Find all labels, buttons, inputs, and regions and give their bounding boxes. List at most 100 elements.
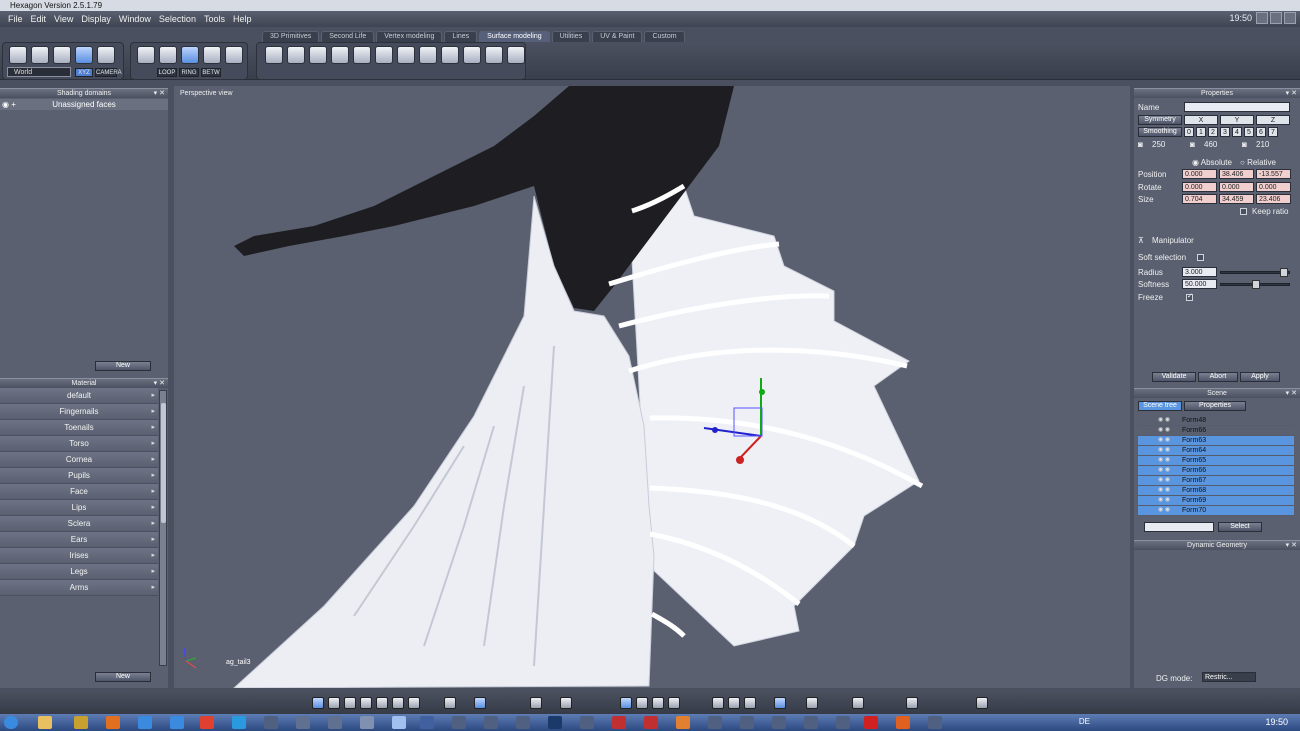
vertex-mode-icon[interactable] [137,46,155,64]
select-button[interactable]: Select [1218,522,1262,532]
tool-11-icon[interactable] [485,46,503,64]
scene-tree-row[interactable]: ◉ ◉ Form66 [1138,426,1294,436]
material-item-arms[interactable]: Arms [0,580,158,596]
material-item-ears[interactable]: Ears [0,532,158,548]
scene-tree-row[interactable]: ◉ ◉ Form66 [1138,466,1294,476]
ring-button[interactable]: RING [179,68,199,77]
scene-tree-row[interactable]: ◉ ◉ Form48 [1138,416,1294,426]
grid-icon[interactable] [444,697,456,709]
position-z[interactable]: -13.557 [1256,169,1291,179]
material-item-torso[interactable]: Torso [0,436,158,452]
symmetry-z[interactable]: Z [1256,115,1290,125]
tab-lines[interactable]: Lines [444,31,478,42]
validate-button[interactable]: Validate [1152,372,1196,382]
visibility-icon[interactable]: ◉ ◉ [1158,447,1176,454]
app-icon[interactable] [928,716,942,729]
tool-12-icon[interactable] [507,46,525,64]
panel-controls-icon[interactable]: ▾ ✕ [154,379,165,388]
fit-icon[interactable] [668,697,680,709]
radius-slider[interactable] [1220,268,1290,277]
smoothing-level-1[interactable]: 1 [1196,127,1206,137]
visibility-icon[interactable]: ◉ ◉ [1158,497,1176,504]
single-view-icon[interactable] [312,697,324,709]
perspective-viewport[interactable]: Perspective view ag_tail3 [174,86,1130,688]
camera-view-icon[interactable] [976,697,988,709]
word-icon[interactable] [420,716,434,729]
app-icon[interactable] [612,716,626,729]
smoothing-level-0[interactable]: 0 [1184,127,1194,137]
material-item-toenails[interactable]: Toenails [0,420,158,436]
app-icon[interactable] [580,716,594,729]
tab-second-life[interactable]: Second Life [321,31,375,42]
lasso-icon[interactable] [31,46,49,64]
face-mode-icon[interactable] [181,46,199,64]
dolly-icon[interactable] [652,697,664,709]
app-icon[interactable] [484,716,498,729]
size-z[interactable]: 23.406 [1256,194,1291,204]
daz-icon[interactable] [328,716,342,729]
material-item-pupils[interactable]: Pupils [0,468,158,484]
scene-tree-row[interactable]: ◉ ◉ Form67 [1138,476,1294,486]
scene-render[interactable] [174,86,1130,688]
expand-icon[interactable]: ◉ + [2,99,16,110]
material-view-icon[interactable] [906,697,918,709]
hexagon-icon[interactable] [392,716,406,729]
apply-button[interactable]: Apply [1240,372,1280,382]
menu-display[interactable]: Display [77,14,115,24]
app-icon[interactable] [170,716,184,729]
photoshop-icon[interactable] [548,716,562,729]
visibility-icon[interactable]: ◉ ◉ [1158,457,1176,464]
menu-file[interactable]: File [4,14,27,24]
tab-utilities[interactable]: Utilities [551,31,591,42]
visibility-icon[interactable]: ◉ ◉ [1158,487,1176,494]
tool-8-icon[interactable] [419,46,437,64]
tab-surface-modeling[interactable]: Surface modeling [479,31,550,42]
menu-edit[interactable]: Edit [27,14,51,24]
softness-slider-knob[interactable] [1252,280,1260,289]
soft-selection-checkbox[interactable] [1197,254,1204,261]
search-icon[interactable] [560,697,572,709]
tool-3-icon[interactable] [309,46,327,64]
material-item-face[interactable]: Face [0,484,158,500]
zoom-icon[interactable] [530,697,542,709]
smoothing-level-2[interactable]: 2 [1208,127,1218,137]
close-button[interactable] [1284,12,1296,24]
menu-help[interactable]: Help [229,14,256,24]
wireframe-icon[interactable] [712,697,724,709]
menu-view[interactable]: View [50,14,77,24]
tab-custom[interactable]: Custom [644,31,685,42]
tool-1-icon[interactable] [265,46,283,64]
material-item-sclera[interactable]: Sclera [0,516,158,532]
auto-mode-icon[interactable] [225,46,243,64]
filezilla-icon[interactable] [644,716,658,729]
tool-4-icon[interactable] [331,46,349,64]
rotate-x[interactable]: 0.000 [1182,182,1217,192]
taskbar-clock[interactable]: 19:50 [1265,717,1288,727]
grid-snap-icon[interactable] [474,697,486,709]
layout-2-icon[interactable] [328,697,340,709]
material-item-lips[interactable]: Lips [0,500,158,516]
layout-5-icon[interactable] [376,697,388,709]
gizmo-y-handle[interactable] [759,389,765,395]
scene-tree-row[interactable]: ◉ ◉ Form65 [1138,456,1294,466]
rotate-view-icon[interactable] [636,697,648,709]
layout-3-icon[interactable] [344,697,356,709]
panel-controls-icon[interactable]: ▾ ✕ [1286,389,1297,398]
material-item-legs[interactable]: Legs [0,564,158,580]
visibility-icon[interactable]: ◉ ◉ [1158,507,1176,514]
language-indicator[interactable]: DE [1079,717,1090,726]
menu-window[interactable]: Window [115,14,155,24]
smoothing-level-5[interactable]: 5 [1244,127,1254,137]
smoothing-button[interactable]: Smoothing [1138,127,1182,137]
gizmo-x-handle[interactable] [712,427,718,433]
relative-radio[interactable]: ○ Relative [1240,158,1276,167]
app-icon[interactable] [708,716,722,729]
render-icon[interactable] [806,697,818,709]
absolute-radio[interactable]: ◉ Absolute [1192,158,1232,167]
app-icon[interactable] [804,716,818,729]
layout-6-icon[interactable] [392,697,404,709]
menu-tools[interactable]: Tools [200,14,229,24]
light-icon[interactable] [852,697,864,709]
material-new-button[interactable]: New [95,672,151,682]
symmetry-x[interactable]: X [1184,115,1218,125]
